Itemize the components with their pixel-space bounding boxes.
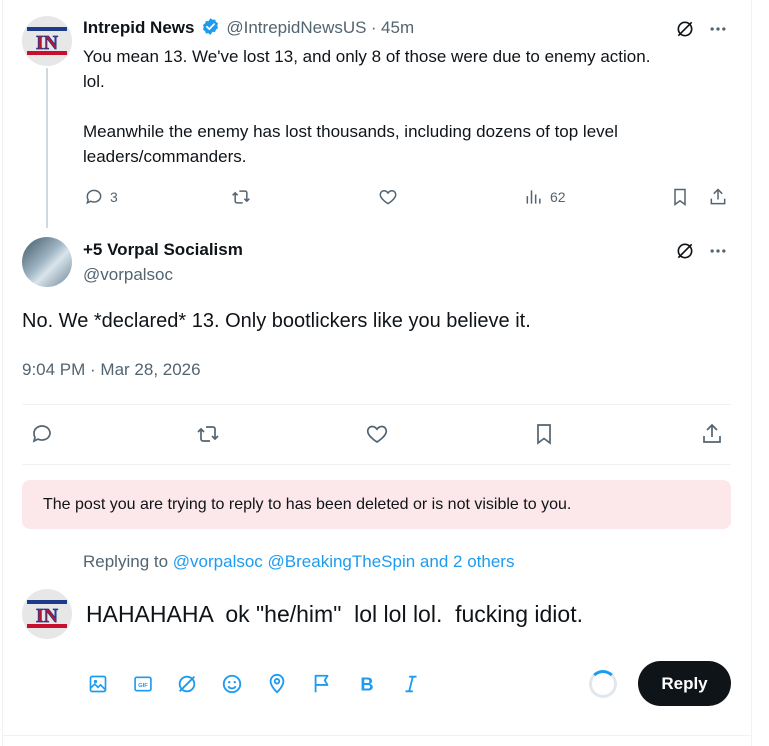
composer-logo-text: IN (36, 605, 59, 627)
frame-left-border (2, 0, 3, 746)
intrepid-logo-text: IN (36, 32, 59, 54)
replying-to-mentions[interactable]: @vorpalsoc @BreakingTheSpin and 2 others (173, 552, 515, 571)
bookmark-icon[interactable] (669, 186, 691, 208)
main-handle[interactable]: @vorpalsoc (83, 265, 173, 285)
location-icon[interactable] (265, 672, 289, 696)
deleted-post-notice: The post you are trying to reply to has … (22, 480, 731, 529)
bookmark-icon[interactable] (531, 421, 557, 447)
verified-badge-icon (201, 17, 220, 41)
composer-avatar[interactable]: IN (22, 589, 72, 639)
more-options-icon[interactable] (706, 17, 730, 41)
emoji-icon[interactable] (220, 672, 244, 696)
composer-textarea[interactable]: HAHAHAHA ok "he/him" lol lol lol. fuckin… (86, 600, 583, 628)
flag-icon[interactable] (310, 672, 334, 696)
thread-connector-line (46, 68, 48, 228)
parent-handle[interactable]: @IntrepidNewsUS (226, 18, 366, 37)
reply-icon[interactable] (83, 186, 105, 208)
grok-icon[interactable] (673, 17, 697, 41)
gif-icon[interactable]: GIF (131, 672, 155, 696)
frame-bottom-border (2, 735, 752, 736)
svg-text:B: B (360, 673, 373, 694)
frame-right-border (751, 0, 752, 746)
parent-tweet-body: You mean 13. We've lost 13, and only 8 o… (83, 44, 743, 169)
parent-body-line-1: You mean 13. We've lost 13, and only 8 o… (83, 47, 651, 66)
reply-count: 3 (110, 189, 118, 205)
parent-body-line-4: leaders/commanders. (83, 147, 247, 166)
replying-to-line: Replying to @vorpalsoc @BreakingTheSpin … (83, 552, 514, 572)
like-icon[interactable] (377, 186, 399, 208)
retweet-icon[interactable] (229, 186, 253, 208)
reply-icon[interactable] (29, 421, 55, 447)
intrepid-avatar[interactable]: IN (22, 16, 72, 66)
views-count: 62 (550, 189, 566, 205)
intrepid-logo-icon: IN (25, 19, 69, 63)
parent-body-line-3: Meanwhile the enemy has lost thousands, … (83, 122, 618, 141)
grok-icon[interactable] (673, 239, 697, 263)
loading-spinner-icon (589, 670, 617, 698)
bold-icon[interactable]: B (355, 672, 379, 696)
share-icon[interactable] (707, 186, 729, 208)
parent-tweet-header: Intrepid News @IntrepidNewsUS · 45m (83, 17, 414, 41)
main-tweet-body: No. We *declared* 13. Only bootlickers l… (22, 310, 531, 332)
divider (22, 404, 731, 405)
divider (22, 464, 731, 465)
svg-text:GIF: GIF (138, 683, 148, 689)
main-timestamp[interactable]: 9:04 PM · Mar 28, 2026 (22, 360, 201, 380)
grok-icon[interactable] (175, 672, 199, 696)
share-icon[interactable] (699, 421, 725, 447)
parent-display-name[interactable]: Intrepid News (83, 18, 194, 37)
views-icon[interactable] (523, 186, 545, 208)
parent-body-line-2: lol. (83, 72, 105, 91)
italic-icon[interactable] (399, 672, 423, 696)
parent-time-ago[interactable]: 45m (381, 18, 414, 37)
intrepid-logo-icon: IN (25, 592, 69, 636)
reply-button[interactable]: Reply (638, 661, 731, 706)
vorpal-avatar[interactable] (22, 237, 72, 287)
replying-to-prefix: Replying to (83, 552, 169, 571)
image-icon[interactable] (86, 672, 110, 696)
parent-separator: · (370, 18, 377, 37)
main-display-name[interactable]: +5 Vorpal Socialism (83, 240, 243, 260)
retweet-icon[interactable] (194, 421, 222, 447)
more-options-icon[interactable] (706, 239, 730, 263)
like-icon[interactable] (364, 421, 390, 447)
